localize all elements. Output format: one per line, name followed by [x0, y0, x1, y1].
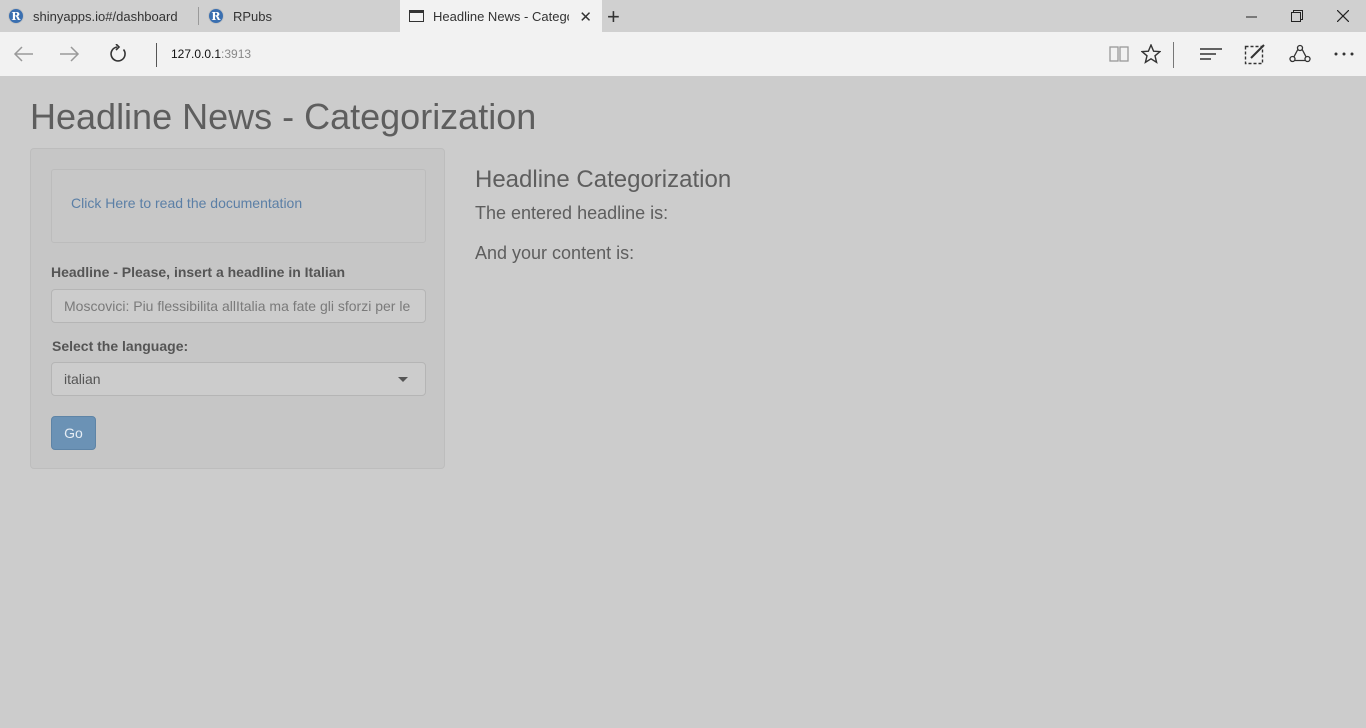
- address-bar: 127.0.0.1:3913: [0, 32, 1366, 76]
- chevron-down-icon: [398, 377, 408, 382]
- r-logo-icon: R: [208, 8, 224, 24]
- more-icon[interactable]: [1331, 42, 1357, 66]
- url-field[interactable]: 127.0.0.1:3913: [171, 47, 251, 61]
- web-note-icon[interactable]: [1242, 42, 1268, 66]
- sidebar-panel: Click Here to read the documentation Hea…: [30, 148, 445, 469]
- tab-shinyapps[interactable]: R shinyapps.io#/dashboard: [8, 0, 198, 32]
- headline-label: Headline - Please, insert a headline in …: [51, 264, 346, 280]
- page-icon: [409, 10, 424, 22]
- documentation-link[interactable]: Click Here to read the documentation: [71, 195, 302, 211]
- url-host: 127.0.0.1: [171, 47, 222, 61]
- entered-headline-text: The entered headline is:: [475, 203, 669, 223]
- reading-view-icon[interactable]: [1106, 42, 1132, 66]
- language-select[interactable]: italian: [51, 362, 426, 396]
- share-icon[interactable]: [1287, 42, 1313, 66]
- documentation-well: Click Here to read the documentation: [51, 169, 426, 243]
- forward-icon[interactable]: [57, 42, 83, 66]
- go-button[interactable]: Go: [51, 416, 96, 450]
- r-logo-icon: R: [8, 8, 24, 24]
- minimize-icon[interactable]: [1228, 0, 1274, 32]
- page-title: Headline News - Categorization: [30, 96, 537, 137]
- favorite-star-icon[interactable]: [1138, 42, 1164, 66]
- restore-icon[interactable]: [1274, 0, 1320, 32]
- page-content: Headline News - Categorization Click Her…: [0, 76, 1366, 728]
- url-port: :3913: [221, 47, 252, 61]
- refresh-icon[interactable]: [105, 42, 131, 66]
- tab-divider: [198, 7, 199, 25]
- back-icon[interactable]: [10, 42, 36, 66]
- headline-input[interactable]: [51, 289, 426, 323]
- new-tab-icon[interactable]: +: [607, 4, 620, 30]
- url-divider: [156, 43, 157, 67]
- hub-icon[interactable]: [1198, 42, 1224, 66]
- tab-headline-news[interactable]: Headline News - Categorization ✕: [400, 0, 602, 32]
- tab-rpubs[interactable]: R RPubs: [208, 0, 398, 32]
- tab-label: RPubs: [233, 8, 273, 24]
- tab-bar: R shinyapps.io#/dashboard R RPubs Headli…: [0, 0, 1366, 32]
- close-tab-icon[interactable]: ✕: [579, 8, 592, 26]
- close-window-icon[interactable]: [1320, 0, 1366, 32]
- tab-label: Headline News - Categorization: [433, 8, 569, 24]
- toolbar-divider: [1173, 42, 1174, 68]
- main-panel: Headline Categorization The entered head…: [475, 166, 1335, 264]
- language-label: Select the language:: [52, 338, 189, 354]
- language-selected-value: italian: [64, 371, 101, 387]
- content-result-text: And your content is:: [475, 243, 635, 263]
- main-heading: Headline Categorization: [475, 166, 732, 193]
- tab-label: shinyapps.io#/dashboard: [33, 8, 178, 24]
